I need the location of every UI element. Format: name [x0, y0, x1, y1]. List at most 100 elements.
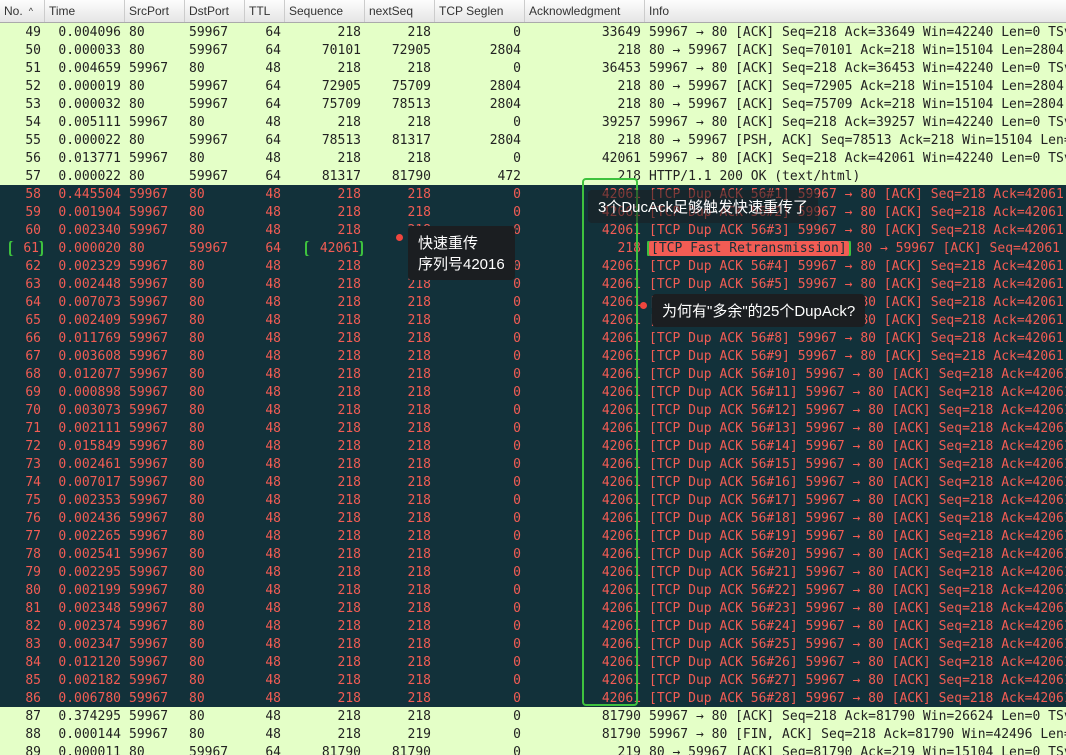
cell-nextseq: 72905: [365, 43, 435, 58]
col-header-srcport[interactable]: SrcPort: [125, 0, 185, 22]
col-header-dstport[interactable]: DstPort: [185, 0, 245, 22]
cell-time: 0.002199: [45, 583, 125, 598]
cell-ttl: 48: [245, 115, 285, 130]
cell-srcport: 59967: [125, 367, 185, 382]
cell-ack: 218: [591, 43, 641, 58]
cell-nextseq: 218: [365, 637, 435, 652]
table-row[interactable]: 890.0000118059967648179081790021980 → 59…: [0, 743, 1066, 755]
table-row[interactable]: 750.002353599678048218218042061[TCP Dup …: [0, 491, 1066, 509]
cell-srcport: 80: [125, 25, 185, 40]
col-header-ack[interactable]: Acknowledgment: [525, 0, 645, 22]
cell-info: 59967 → 80 [ACK] Seq=218 Ack=39257 Win=4…: [645, 115, 1066, 130]
table-row[interactable]: 710.002111599678048218218042061[TCP Dup …: [0, 419, 1066, 437]
col-header-time[interactable]: Time: [45, 0, 125, 22]
table-row[interactable]: 550.0000228059967647851381317280421880 →…: [0, 131, 1066, 149]
table-row[interactable]: 530.0000328059967647570978513280421880 →…: [0, 95, 1066, 113]
cell-sequence: 218: [311, 529, 361, 544]
cell-ttl: 48: [245, 673, 285, 688]
table-row[interactable]: 810.002348599678048218218042061[TCP Dup …: [0, 599, 1066, 617]
cell-srcport: 59967: [125, 493, 185, 508]
cell-seglen: 0: [435, 673, 525, 688]
cell-seglen: 0: [435, 565, 525, 580]
cell-srcport: 59967: [125, 583, 185, 598]
cell-no: 63: [15, 277, 41, 292]
table-row[interactable]: 650.002409599678048218218042061[TCP Dup …: [0, 311, 1066, 329]
cell-srcport: 59967: [125, 637, 185, 652]
table-row[interactable]: 500.0000338059967647010172905280421880 →…: [0, 41, 1066, 59]
col-header-info[interactable]: Info: [645, 0, 1066, 22]
table-row[interactable]: 630.002448599678048218218042061[TCP Dup …: [0, 275, 1066, 293]
table-row[interactable]: 600.002340599678048218218042061[TCP Dup …: [0, 221, 1066, 239]
cell-no: 80: [15, 583, 41, 598]
cell-seglen: 0: [435, 349, 525, 364]
cell-ack: 42061: [591, 583, 641, 598]
cell-ttl: 48: [245, 61, 285, 76]
table-row[interactable]: 570.0000228059967648131781790472218HTTP/…: [0, 167, 1066, 185]
table-row[interactable]: 790.002295599678048218218042061[TCP Dup …: [0, 563, 1066, 581]
cell-srcport: 59967: [125, 727, 185, 742]
table-row[interactable]: 800.002199599678048218218042061[TCP Dup …: [0, 581, 1066, 599]
table-row[interactable]: 540.00511159967804821821803925759967 → 8…: [0, 113, 1066, 131]
table-row[interactable]: 670.003608599678048218218042061[TCP Dup …: [0, 347, 1066, 365]
cell-dstport: 80: [185, 259, 245, 274]
cell-seglen: 0: [435, 61, 525, 76]
cell-nextseq: 218: [365, 709, 435, 724]
table-row[interactable]: 840.012120599678048218218042061[TCP Dup …: [0, 653, 1066, 671]
col-header-ttl[interactable]: TTL: [245, 0, 285, 22]
table-row[interactable]: 510.00465959967804821821803645359967 → 8…: [0, 59, 1066, 77]
cell-info: 80 → 59967 [ACK] Seq=81790 Ack=219 Win=1…: [645, 745, 1066, 755]
table-row[interactable]: 690.000898599678048218218042061[TCP Dup …: [0, 383, 1066, 401]
table-row[interactable]: 660.011769599678048218218042061[TCP Dup …: [0, 329, 1066, 347]
cell-seglen: 2804: [435, 133, 525, 148]
cell-ttl: 48: [245, 457, 285, 472]
table-row[interactable]: 560.01377159967804821821804206159967 → 8…: [0, 149, 1066, 167]
table-row[interactable]: 870.37429559967804821821808179059967 → 8…: [0, 707, 1066, 725]
table-row[interactable]: 680.012077599678048218218042061[TCP Dup …: [0, 365, 1066, 383]
table-row[interactable]: 520.0000198059967647290575709280421880 →…: [0, 77, 1066, 95]
cell-sequence: 218: [311, 385, 361, 400]
cell-srcport: 59967: [125, 547, 185, 562]
table-row[interactable]: 490.00409680599676421821803364959967 → 8…: [0, 23, 1066, 41]
cell-nextseq: 218: [365, 61, 435, 76]
col-header-sequence[interactable]: Sequence: [285, 0, 365, 22]
table-row[interactable]: 740.007017599678048218218042061[TCP Dup …: [0, 473, 1066, 491]
cell-nextseq: 218: [365, 223, 435, 238]
table-row[interactable]: 580.445504599678048218218042061[TCP Dup …: [0, 185, 1066, 203]
table-row[interactable]: 880.00014459967804821821908179059967 → 8…: [0, 725, 1066, 743]
cell-seglen: 2804: [435, 79, 525, 94]
cell-nextseq: 218: [365, 295, 435, 310]
table-row[interactable]: 820.002374599678048218218042061[TCP Dup …: [0, 617, 1066, 635]
table-row[interactable]: 830.002347599678048218218042061[TCP Dup …: [0, 635, 1066, 653]
col-header-nextseq[interactable]: nextSeq: [365, 0, 435, 22]
cell-ttl: 48: [245, 151, 285, 166]
cell-no: 79: [15, 565, 41, 580]
cell-ack: 218: [591, 133, 641, 148]
table-row[interactable]: 730.002461599678048218218042061[TCP Dup …: [0, 455, 1066, 473]
cell-no: 78: [15, 547, 41, 562]
cell-seglen: 0: [435, 277, 525, 292]
cell-info: [TCP Dup ACK 56#21] 59967 → 80 [ACK] Seq…: [645, 565, 1066, 580]
table-row[interactable]: 780.002541599678048218218042061[TCP Dup …: [0, 545, 1066, 563]
table-row[interactable]: 770.002265599678048218218042061[TCP Dup …: [0, 527, 1066, 545]
col-header-seglen[interactable]: TCP Seglen: [435, 0, 525, 22]
cell-no: 67: [15, 349, 41, 364]
cell-seglen: 0: [435, 439, 525, 454]
packet-capture-window[interactable]: No.^ Time SrcPort DstPort TTL Sequence n…: [0, 0, 1066, 755]
cell-srcport: 80: [125, 169, 185, 184]
table-row[interactable]: 850.002182599678048218218042061[TCP Dup …: [0, 671, 1066, 689]
table-row[interactable]: 620.002329599678048218218042061[TCP Dup …: [0, 257, 1066, 275]
table-row[interactable]: 610.00002080599676442061218[TCP Fast Ret…: [0, 239, 1066, 257]
table-row[interactable]: 700.003073599678048218218042061[TCP Dup …: [0, 401, 1066, 419]
cell-no: 55: [15, 133, 41, 148]
cell-ttl: 48: [245, 421, 285, 436]
table-row[interactable]: 760.002436599678048218218042061[TCP Dup …: [0, 509, 1066, 527]
table-row[interactable]: 720.015849599678048218218042061[TCP Dup …: [0, 437, 1066, 455]
cell-no: 89: [15, 745, 41, 755]
cell-ack: 42061: [591, 475, 641, 490]
cell-info: [TCP Dup ACK 56#12] 59967 → 80 [ACK] Seq…: [645, 403, 1066, 418]
cell-seglen: 0: [435, 295, 525, 310]
table-row[interactable]: 590.001904599678048218218042061[TCP Dup …: [0, 203, 1066, 221]
col-header-no[interactable]: No.^: [0, 0, 45, 22]
table-row[interactable]: 640.007073599678048218218042061[TCP Dup …: [0, 293, 1066, 311]
table-row[interactable]: 860.006780599678048218218042061[TCP Dup …: [0, 689, 1066, 707]
